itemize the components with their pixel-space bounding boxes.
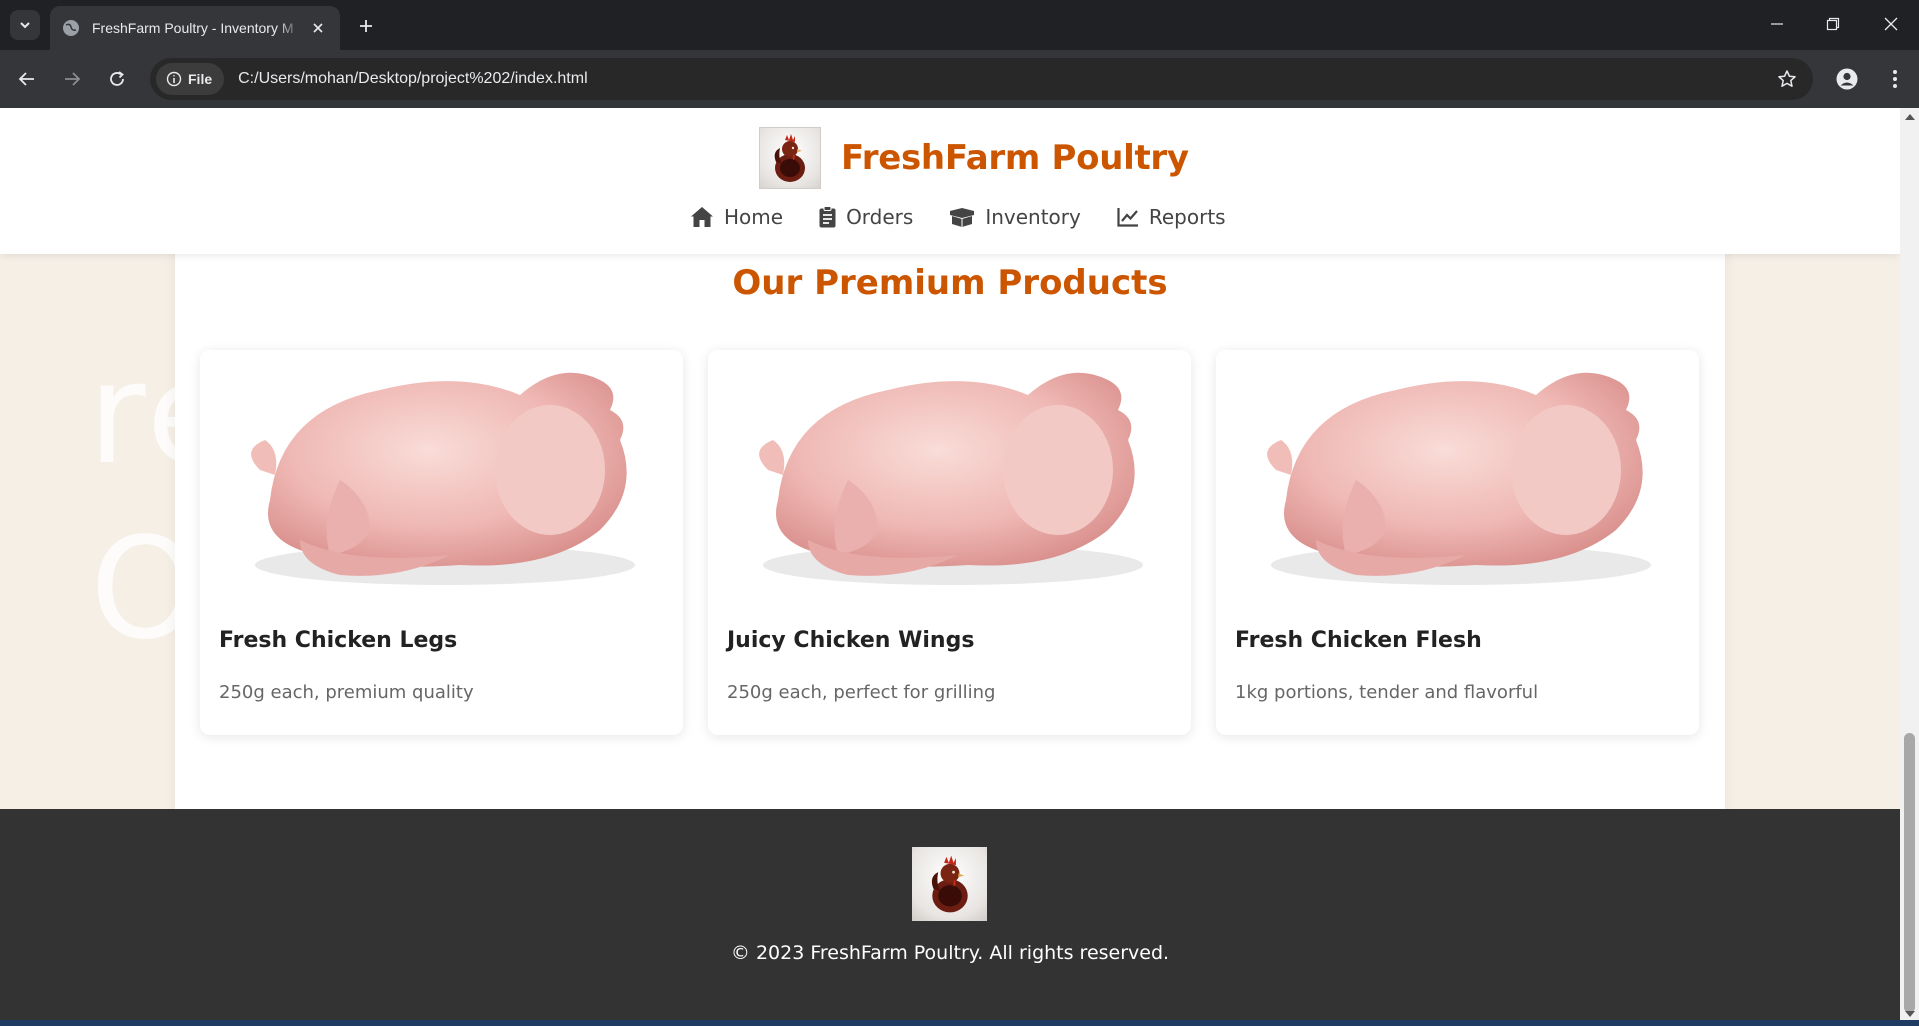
arrow-left-icon xyxy=(18,72,34,86)
brand-name: FreshFarm Poultry xyxy=(841,138,1189,178)
product-image xyxy=(708,350,1191,600)
close-tab-button[interactable] xyxy=(308,18,328,38)
chevron-down-icon xyxy=(20,22,30,29)
product-card[interactable]: Juicy Chicken Wings 250g each, perfect f… xyxy=(708,350,1191,735)
main-nav: Home Orders Inventory Reports xyxy=(690,205,1226,229)
nav-item-inventory[interactable]: Inventory xyxy=(949,205,1081,229)
page-viewport: re st O FreshFarm Poultry xyxy=(0,108,1900,1023)
minimize-button[interactable] xyxy=(1754,8,1800,40)
boxes-icon xyxy=(950,208,975,227)
section-title: Our Premium Products xyxy=(732,263,1168,303)
plus-icon xyxy=(360,20,372,32)
product-description: 250g each, perfect for grilling xyxy=(727,682,996,703)
close-window-button[interactable] xyxy=(1868,8,1914,40)
browser-tab-bar: FreshFarm Poultry - Inventory M xyxy=(0,0,1919,50)
profile-button[interactable] xyxy=(1832,64,1862,94)
nav-item-label: Orders xyxy=(846,205,914,229)
product-name: Fresh Chicken Legs xyxy=(219,628,458,653)
footer-rooster-logo xyxy=(912,847,987,921)
raw-chicken-image xyxy=(1267,372,1651,585)
rooster-icon xyxy=(931,855,968,913)
url-text[interactable]: C:/Users/mohan/Desktop/project%202/index… xyxy=(238,70,588,88)
nav-item-orders[interactable]: Orders xyxy=(819,205,913,229)
browser-menu-button[interactable] xyxy=(1880,64,1910,94)
close-icon xyxy=(1884,17,1898,31)
new-tab-button[interactable] xyxy=(352,12,380,40)
rooster-logo xyxy=(759,127,821,189)
nav-item-reports[interactable]: Reports xyxy=(1117,205,1226,229)
scroll-down-arrow-icon[interactable] xyxy=(1905,1011,1915,1017)
product-image xyxy=(200,350,683,600)
product-card[interactable]: Fresh Chicken Legs 250g each, premium qu… xyxy=(200,350,683,735)
nav-item-home[interactable]: Home xyxy=(690,205,783,229)
rooster-icon xyxy=(774,134,805,182)
site-info-chip[interactable]: File xyxy=(156,63,225,95)
reload-icon xyxy=(110,71,124,86)
product-description: 1kg portions, tender and flavorful xyxy=(1235,682,1539,703)
window-bottom-edge xyxy=(0,1020,1919,1026)
star-icon xyxy=(1778,70,1796,87)
chart-line-icon xyxy=(1117,208,1138,227)
brand[interactable]: FreshFarm Poultry xyxy=(759,127,1189,189)
browser-toolbar: File C:/Users/mohan/Desktop/project%202/… xyxy=(0,50,1919,108)
page-scrollbar[interactable] xyxy=(1900,108,1919,1023)
home-icon xyxy=(691,207,713,227)
nav-item-label: Inventory xyxy=(985,205,1081,229)
site-footer: © 2023 FreshFarm Poultry. All rights res… xyxy=(0,809,1900,1023)
product-name: Juicy Chicken Wings xyxy=(727,628,975,653)
chip-label: File xyxy=(188,71,213,87)
raw-chicken-image xyxy=(759,372,1143,585)
product-image xyxy=(1216,350,1699,600)
bookmark-button[interactable] xyxy=(1775,67,1799,91)
product-description: 250g each, premium quality xyxy=(219,682,474,703)
arrow-right-icon xyxy=(65,72,81,86)
tab-title: FreshFarm Poultry - Inventory M xyxy=(92,20,294,36)
browser-tab[interactable]: FreshFarm Poultry - Inventory M xyxy=(50,6,340,50)
product-card[interactable]: Fresh Chicken Flesh 1kg portions, tender… xyxy=(1216,350,1699,735)
site-header: FreshFarm Poultry Home Orders Inventory … xyxy=(0,108,1900,254)
clipboard-icon xyxy=(819,206,836,228)
raw-chicken-image xyxy=(251,372,635,585)
back-button[interactable] xyxy=(12,64,42,94)
nav-item-label: Reports xyxy=(1148,205,1226,229)
globe-icon xyxy=(62,19,80,37)
tab-search-button[interactable] xyxy=(10,10,40,40)
forward-button[interactable] xyxy=(57,64,87,94)
minimize-icon xyxy=(1771,23,1783,25)
info-icon xyxy=(166,71,182,87)
restore-button[interactable] xyxy=(1810,8,1856,40)
scroll-up-arrow-icon[interactable] xyxy=(1905,114,1915,120)
product-name: Fresh Chicken Flesh xyxy=(1235,628,1482,653)
copyright-text: © 2023 FreshFarm Poultry. All rights res… xyxy=(730,942,1170,964)
scrollbar-thumb[interactable] xyxy=(1904,733,1915,1013)
address-bar[interactable]: File C:/Users/mohan/Desktop/project%202/… xyxy=(150,58,1813,100)
close-icon xyxy=(313,23,323,33)
reload-button[interactable] xyxy=(102,64,132,94)
user-icon xyxy=(1836,68,1858,90)
restore-icon xyxy=(1826,17,1840,31)
kebab-menu-icon xyxy=(1893,70,1897,88)
nav-item-label: Home xyxy=(724,205,784,229)
